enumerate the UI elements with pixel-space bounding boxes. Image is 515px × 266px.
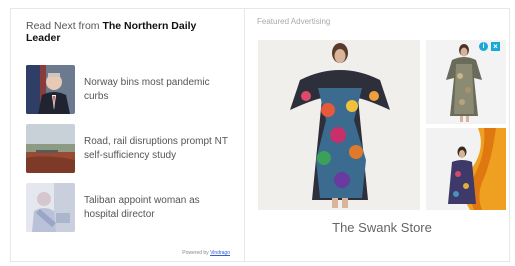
read-next-panel: Read Next from The Northern Daily Leader… [10,8,245,262]
powered-by-link[interactable]: Vindrago [210,250,230,256]
powered-by-prefix: Powered by [182,250,211,256]
news-photo-hospital-icon[interactable] [26,183,75,232]
close-icon[interactable]: × [491,42,500,51]
read-next-header: Read Next from The Northern Daily Leader [26,20,231,44]
article-item[interactable]: Norway bins most pandemic curbs [26,65,231,114]
article-title[interactable]: Taliban appoint woman as hospital direct… [84,194,231,222]
news-photo-politician-icon[interactable] [26,65,75,114]
ad-choices-badge[interactable]: i × [479,42,500,51]
featured-advertising-label: Featured Advertising [257,17,331,26]
article-item[interactable]: Taliban appoint woman as hospital direct… [26,183,231,232]
ad-side-image-bottom[interactable] [426,128,506,210]
ad-image-grid[interactable]: i × [258,40,506,210]
info-icon[interactable]: i [479,42,488,51]
ad-side-image-top[interactable]: i × [426,40,506,124]
article-item[interactable]: Road, rail disruptions prompt NT self-su… [26,124,231,173]
news-photo-landscape-icon[interactable] [26,124,75,173]
article-title[interactable]: Norway bins most pandemic curbs [84,76,231,104]
read-next-prefix: Read Next from [26,20,103,32]
advertiser-name[interactable]: The Swank Store [258,220,506,235]
ad-main-image[interactable] [258,40,420,210]
article-title[interactable]: Road, rail disruptions prompt NT self-su… [84,135,231,163]
powered-by: Powered by Vindrago [182,250,230,256]
